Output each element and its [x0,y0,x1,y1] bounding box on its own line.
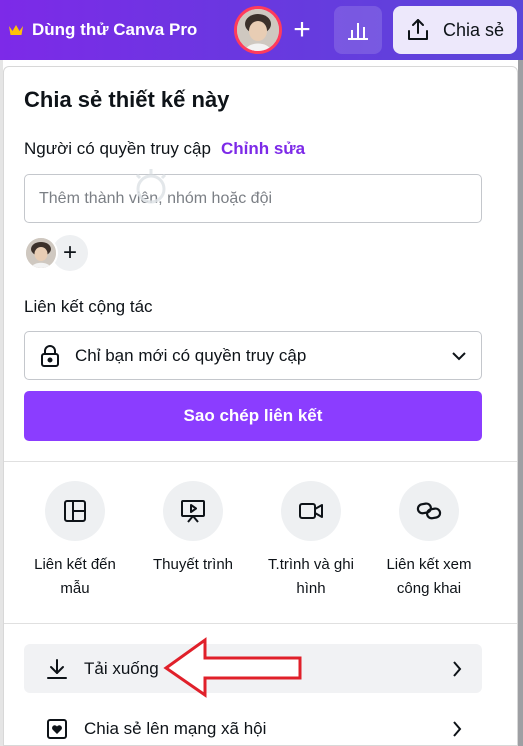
link-access-value: Chỉ bạn mới có quyền truy cập [75,345,307,365]
option-present[interactable]: Thuyết trình [140,481,246,601]
trial-label: Dùng thử Canva Pro [32,20,198,39]
bar-chart-icon [346,19,370,41]
lock-icon [39,344,61,368]
heart-icon [46,718,68,740]
social-share-label: Chia sẻ lên mạng xã hội [84,718,267,738]
option-label: T.trình và ghi hình [268,556,354,597]
option-label: Liên kết đến mẫu [34,556,116,597]
chevron-right-icon [452,720,462,738]
option-public-link[interactable]: Liên kết xem công khai [376,481,482,601]
chevron-down-icon [451,351,467,361]
link-access-dropdown[interactable]: Chỉ bạn mới có quyền truy cập [24,331,482,380]
add-member-input[interactable] [24,174,482,223]
download-icon [46,658,68,680]
copy-link-button[interactable]: Sao chép liên kết [24,391,482,441]
option-template-link[interactable]: Liên kết đến mẫu [22,481,128,601]
access-edit-link[interactable]: Chỉnh sửa [221,139,305,159]
social-share-row[interactable]: Chia sẻ lên mạng xã hội [24,704,482,745]
canva-pro-trial-button[interactable]: Dùng thử Canva Pro [0,0,218,60]
link-icon [399,481,459,541]
divider [4,623,517,624]
divider [4,461,517,462]
presentation-icon [163,481,223,541]
panel-title: Chia sẻ thiết kế này [24,87,230,112]
add-collaborator-button[interactable]: + [282,10,322,50]
template-icon [45,481,105,541]
copy-link-label: Sao chép liên kết [183,406,323,425]
top-bar: Dùng thử Canva Pro + Chia sẻ [0,0,523,60]
plus-label: + [62,239,77,266]
access-label: Người có quyền truy cập [24,139,211,158]
chevron-right-icon [452,660,462,678]
access-row: Người có quyền truy cập Chỉnh sửa [24,139,305,159]
member-avatar[interactable] [24,236,58,270]
option-label: Thuyết trình [152,556,234,573]
collab-link-label: Liên kết cộng tác [24,297,153,316]
canvas-scrollbar[interactable] [518,60,523,746]
user-avatar[interactable] [234,6,282,54]
video-camera-icon [281,481,341,541]
option-present-record[interactable]: T.trình và ghi hình [258,481,364,601]
download-label: Tải xuống [84,658,159,678]
member-avatars: + [24,235,88,271]
crown-icon [8,23,24,37]
share-label: Chia sẻ [443,19,505,40]
annotation-arrow [163,636,303,703]
plus-label: + [293,13,311,46]
share-options: Liên kết đến mẫu Thuyết trình T.trình và… [22,481,482,601]
share-upload-icon [405,17,431,43]
share-button[interactable]: Chia sẻ [393,6,517,54]
option-label: Liên kết xem công khai [386,556,472,597]
insights-button[interactable] [334,6,382,54]
